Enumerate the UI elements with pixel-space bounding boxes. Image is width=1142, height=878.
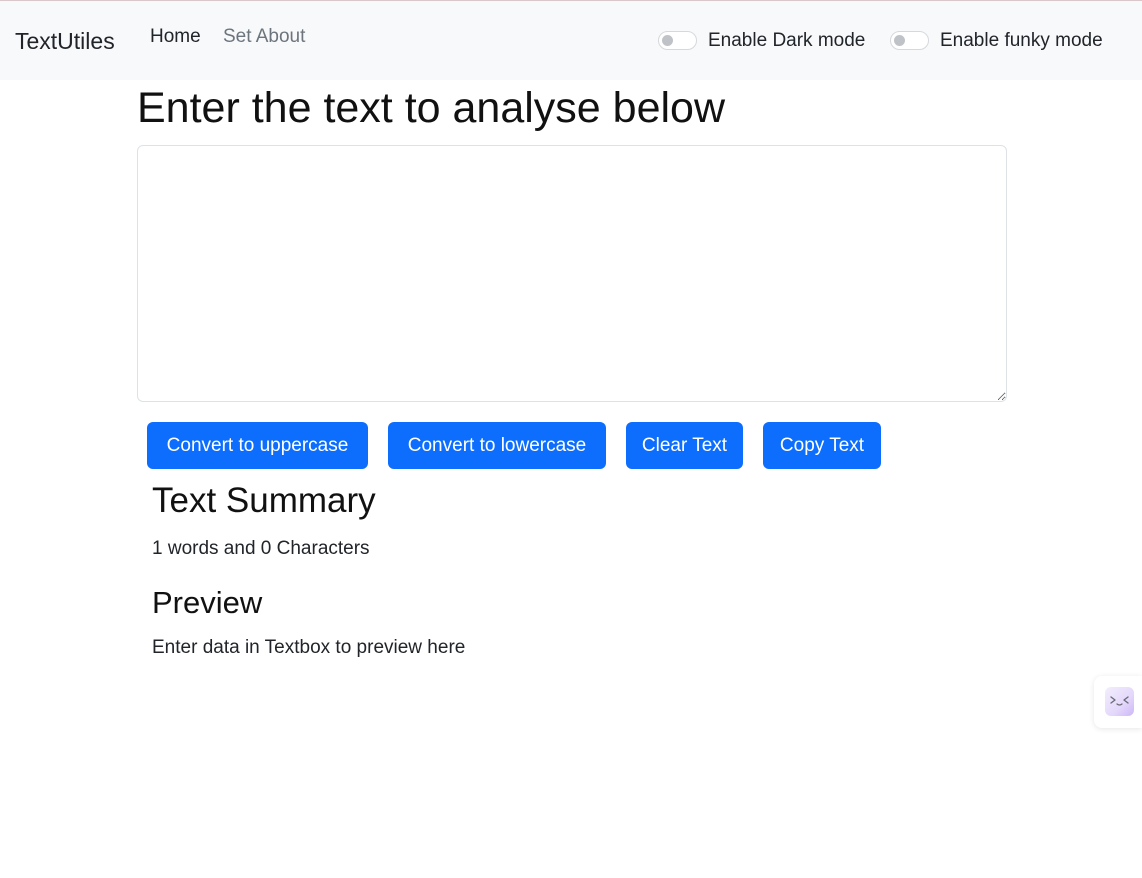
- toggle-knob: [894, 35, 905, 46]
- copy-text-button[interactable]: Copy Text: [763, 422, 881, 469]
- brand-link[interactable]: TextUtiles: [15, 28, 115, 55]
- summary-title: Text Summary: [152, 481, 376, 520]
- assistant-face-icon[interactable]: [1105, 687, 1134, 716]
- dark-mode-label[interactable]: Enable Dark mode: [708, 30, 865, 52]
- text-input-area[interactable]: [137, 145, 1007, 402]
- summary-text: 1 words and 0 Characters: [152, 538, 370, 559]
- floating-assistant-widget[interactable]: [1094, 676, 1142, 728]
- navbar: TextUtiles Home Set About Enable Dark mo…: [0, 0, 1142, 80]
- preview-title: Preview: [152, 585, 263, 620]
- preview-text: Enter data in Textbox to preview here: [152, 637, 466, 658]
- funky-mode-label[interactable]: Enable funky mode: [940, 30, 1103, 52]
- clear-text-button[interactable]: Clear Text: [626, 422, 743, 469]
- dark-mode-toggle[interactable]: [658, 31, 697, 50]
- nav-link-about[interactable]: Set About: [223, 26, 305, 48]
- convert-lowercase-button[interactable]: Convert to lowercase: [388, 422, 606, 469]
- convert-uppercase-button[interactable]: Convert to uppercase: [147, 422, 368, 469]
- toggle-knob: [662, 35, 673, 46]
- nav-link-home[interactable]: Home: [150, 26, 201, 48]
- page-title: Enter the text to analyse below: [137, 84, 726, 132]
- funky-mode-toggle[interactable]: [890, 31, 929, 50]
